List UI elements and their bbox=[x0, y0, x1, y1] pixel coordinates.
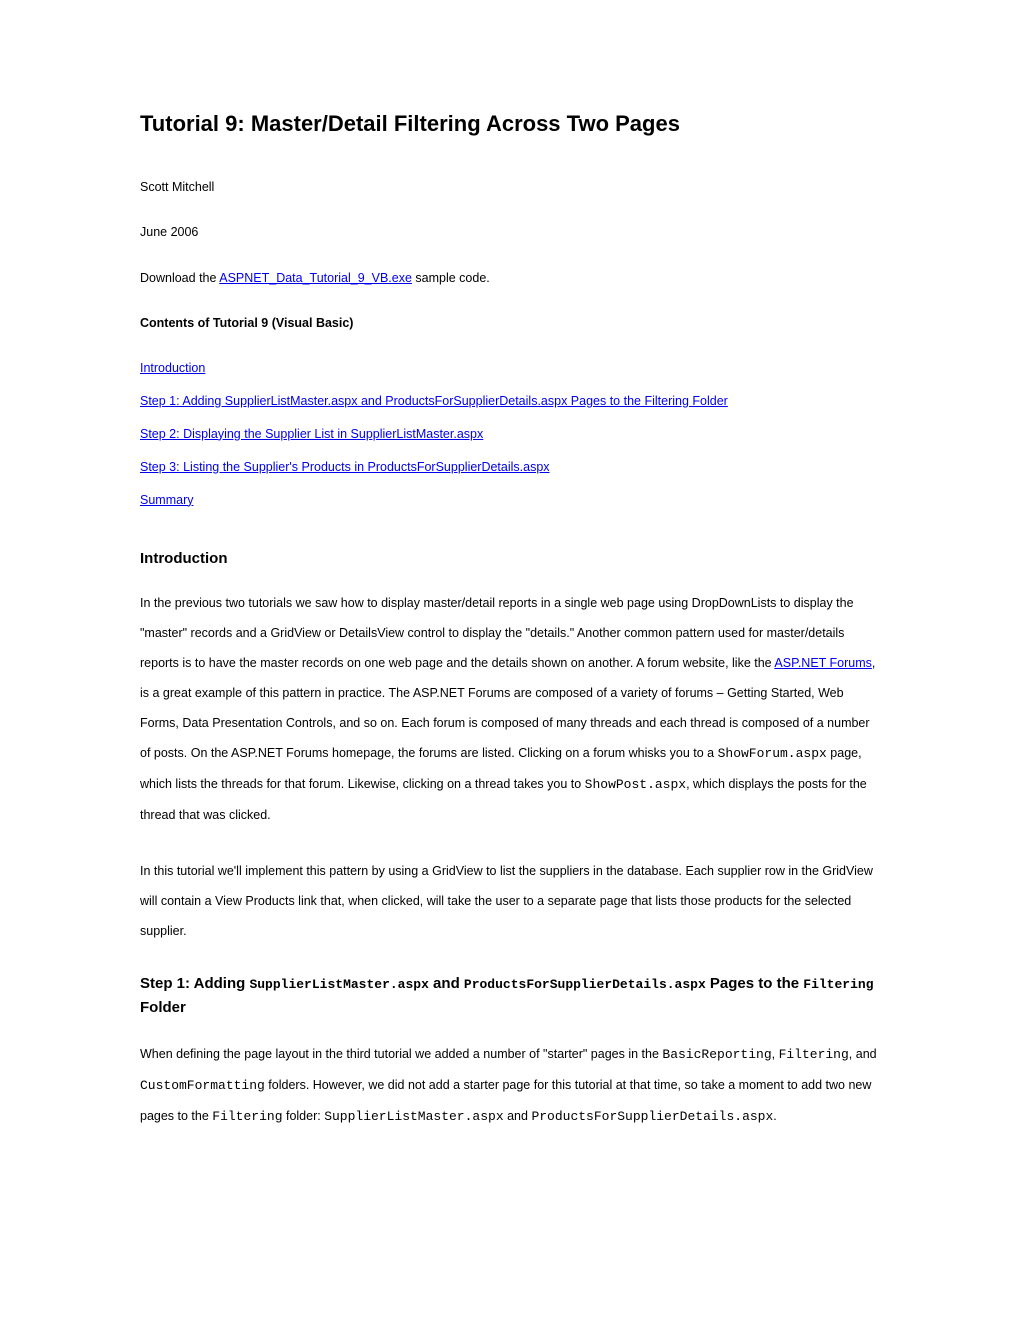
heading-text: Step 1: Adding bbox=[140, 975, 249, 992]
body-text: , and bbox=[849, 1047, 877, 1061]
intro-paragraph-1: In the previous two tutorials we saw how… bbox=[140, 588, 880, 830]
contents-header: Contents of Tutorial 9 (Visual Basic) bbox=[140, 315, 880, 333]
heading-text: Pages to the bbox=[706, 975, 804, 992]
body-text: . bbox=[773, 1109, 776, 1123]
heading-text: and bbox=[429, 975, 464, 992]
code-filtering: Filtering bbox=[212, 1109, 282, 1124]
code-supplierlistmaster: SupplierListMaster.aspx bbox=[249, 977, 428, 992]
download-line: Download the ASPNET_Data_Tutorial_9_VB.e… bbox=[140, 270, 880, 288]
body-text: When defining the page layout in the thi… bbox=[140, 1047, 662, 1061]
code-supplierlistmaster: SupplierListMaster.aspx bbox=[324, 1109, 503, 1124]
download-prefix: Download the bbox=[140, 271, 219, 285]
code-customformatting: CustomFormatting bbox=[140, 1078, 265, 1093]
date: June 2006 bbox=[140, 224, 880, 242]
page-title: Tutorial 9: Master/Detail Filtering Acro… bbox=[140, 110, 880, 139]
toc-link-step3[interactable]: Step 3: Listing the Supplier's Products … bbox=[140, 457, 550, 477]
body-text: In the previous two tutorials we saw how… bbox=[140, 596, 854, 670]
body-text: , bbox=[772, 1047, 779, 1061]
author: Scott Mitchell bbox=[140, 179, 880, 197]
toc-link-introduction[interactable]: Introduction bbox=[140, 358, 205, 378]
body-text: , is a great example of this pattern in … bbox=[140, 656, 875, 760]
intro-paragraph-2: In this tutorial we'll implement this pa… bbox=[140, 856, 880, 946]
toc-link-summary[interactable]: Summary bbox=[140, 490, 193, 510]
step1-heading: Step 1: Adding SupplierListMaster.aspx a… bbox=[140, 972, 880, 1019]
code-filtering: Filtering bbox=[803, 977, 873, 992]
code-productsforsupplierdetails: ProductsForSupplierDetails.aspx bbox=[464, 977, 706, 992]
toc-link-step1[interactable]: Step 1: Adding SupplierListMaster.aspx a… bbox=[140, 391, 728, 411]
download-link[interactable]: ASPNET_Data_Tutorial_9_VB.exe bbox=[219, 271, 412, 285]
table-of-contents: Introduction Step 1: Adding SupplierList… bbox=[140, 353, 880, 518]
body-text: and bbox=[504, 1109, 532, 1123]
code-basicreporting: BasicReporting bbox=[662, 1047, 771, 1062]
body-text: folder: bbox=[283, 1109, 325, 1123]
heading-text: Folder bbox=[140, 999, 186, 1016]
step1-paragraph-1: When defining the page layout in the thi… bbox=[140, 1039, 880, 1133]
code-showforum: ShowForum.aspx bbox=[718, 746, 827, 761]
intro-heading: Introduction bbox=[140, 548, 880, 571]
code-showpost: ShowPost.aspx bbox=[585, 777, 686, 792]
aspnet-forums-link[interactable]: ASP.NET Forums bbox=[774, 656, 872, 670]
download-suffix: sample code. bbox=[412, 271, 490, 285]
toc-link-step2[interactable]: Step 2: Displaying the Supplier List in … bbox=[140, 424, 483, 444]
code-productsforsupplierdetails: ProductsForSupplierDetails.aspx bbox=[531, 1109, 773, 1124]
code-filtering: Filtering bbox=[779, 1047, 849, 1062]
